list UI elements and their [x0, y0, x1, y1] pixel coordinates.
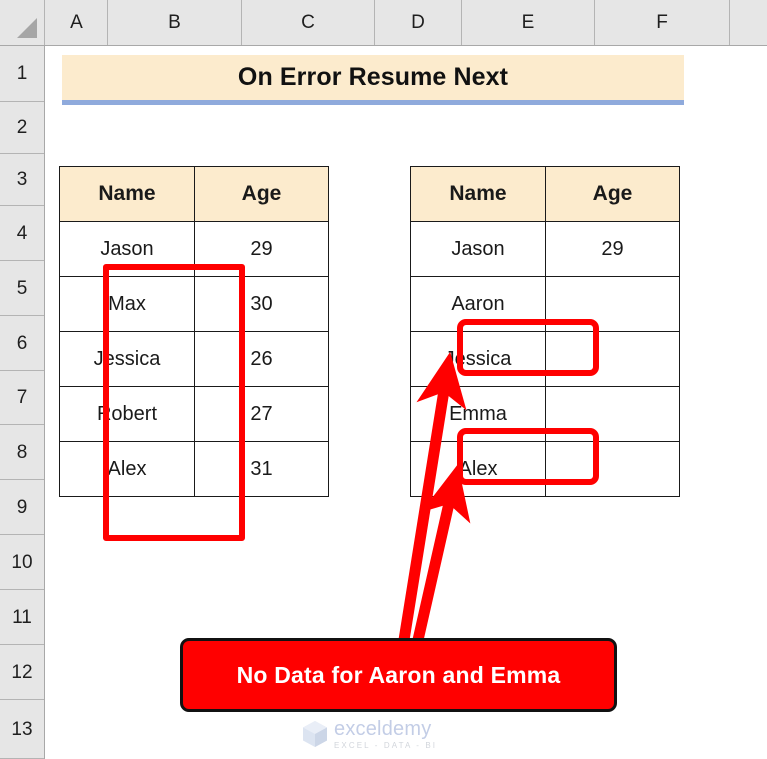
table-row[interactable]: Jason 29	[59, 221, 329, 277]
left-cell-name-4[interactable]: Robert	[59, 386, 195, 442]
row-header-11[interactable]: 11	[0, 590, 44, 645]
table-row[interactable]: Jessica	[410, 331, 680, 387]
column-header-b[interactable]: B	[108, 0, 242, 45]
watermark-name: exceldemy	[334, 717, 432, 740]
select-all-triangle-icon	[17, 18, 37, 38]
table-row[interactable]: Alex	[410, 441, 680, 497]
exceldemy-logo-icon	[303, 721, 327, 747]
table-header-row: Name Age	[410, 166, 680, 222]
right-cell-name-4[interactable]: Emma	[410, 386, 546, 442]
spreadsheet-grid: A B C D E F 1 2 3 4 5 6 7 8 9 10 11 12 1…	[0, 0, 767, 759]
right-cell-age-4[interactable]	[545, 386, 680, 442]
left-cell-age-1[interactable]: 29	[194, 221, 329, 277]
column-header-row: A B C D E F	[0, 0, 767, 46]
row-header-1[interactable]: 1	[0, 46, 44, 102]
right-header-age: Age	[545, 166, 680, 222]
table-row[interactable]: Alex 31	[59, 441, 329, 497]
row-header-5[interactable]: 5	[0, 261, 44, 316]
column-header-c[interactable]: C	[242, 0, 375, 45]
callout-text: No Data for Aaron and Emma	[236, 661, 561, 688]
table-row[interactable]: Robert 27	[59, 386, 329, 442]
right-cell-name-2[interactable]: Aaron	[410, 276, 546, 332]
column-header-f[interactable]: F	[595, 0, 730, 45]
left-cell-age-3[interactable]: 26	[194, 331, 329, 387]
row-header-9[interactable]: 9	[0, 480, 44, 535]
select-all-corner[interactable]	[0, 0, 45, 45]
right-cell-name-5[interactable]: Alex	[410, 441, 546, 497]
column-header-d[interactable]: D	[375, 0, 462, 45]
left-header-age: Age	[194, 166, 329, 222]
row-header-10[interactable]: 10	[0, 535, 44, 590]
left-cell-name-2[interactable]: Max	[59, 276, 195, 332]
left-cell-age-4[interactable]: 27	[194, 386, 329, 442]
left-cell-name-5[interactable]: Alex	[59, 441, 195, 497]
table-row[interactable]: Jason 29	[410, 221, 680, 277]
result-data-table[interactable]: Name Age Jason 29 Aaron Jessica Emma Ale…	[410, 166, 680, 497]
left-cell-name-1[interactable]: Jason	[59, 221, 195, 277]
row-header-4[interactable]: 4	[0, 206, 44, 261]
row-header-column: 1 2 3 4 5 6 7 8 9 10 11 12 13	[0, 46, 45, 759]
left-cell-age-5[interactable]: 31	[194, 441, 329, 497]
watermark-tagline: EXCEL - DATA - BI	[334, 740, 438, 750]
title-banner[interactable]: On Error Resume Next	[62, 55, 684, 105]
right-cell-name-1[interactable]: Jason	[410, 221, 546, 277]
right-cell-age-5[interactable]	[545, 441, 680, 497]
row-header-3[interactable]: 3	[0, 154, 44, 206]
table-row[interactable]: Emma	[410, 386, 680, 442]
right-cell-age-1[interactable]: 29	[545, 221, 680, 277]
left-cell-name-3[interactable]: Jessica	[59, 331, 195, 387]
source-data-table[interactable]: Name Age Jason 29 Max 30 Jessica 26 Robe…	[59, 166, 329, 497]
row-header-12[interactable]: 12	[0, 645, 44, 700]
callout-box[interactable]: No Data for Aaron and Emma	[180, 638, 617, 712]
table-row[interactable]: Aaron	[410, 276, 680, 332]
table-header-row: Name Age	[59, 166, 329, 222]
row-header-7[interactable]: 7	[0, 371, 44, 425]
column-header-g-partial[interactable]	[730, 0, 767, 45]
right-cell-age-2[interactable]	[545, 276, 680, 332]
watermark: exceldemy EXCEL - DATA - BI	[302, 714, 477, 754]
right-cell-age-3[interactable]	[545, 331, 680, 387]
page-title: On Error Resume Next	[237, 63, 509, 91]
row-header-6[interactable]: 6	[0, 316, 44, 371]
right-cell-name-3[interactable]: Jessica	[410, 331, 546, 387]
table-row[interactable]: Max 30	[59, 276, 329, 332]
row-header-2[interactable]: 2	[0, 102, 44, 154]
table-row[interactable]: Jessica 26	[59, 331, 329, 387]
left-cell-age-2[interactable]: 30	[194, 276, 329, 332]
column-header-e[interactable]: E	[462, 0, 595, 45]
row-header-13[interactable]: 13	[0, 700, 44, 759]
left-header-name: Name	[59, 166, 195, 222]
row-header-8[interactable]: 8	[0, 425, 44, 480]
right-header-name: Name	[410, 166, 546, 222]
column-header-a[interactable]: A	[46, 0, 108, 45]
watermark-text: exceldemy EXCEL - DATA - BI	[334, 719, 437, 750]
